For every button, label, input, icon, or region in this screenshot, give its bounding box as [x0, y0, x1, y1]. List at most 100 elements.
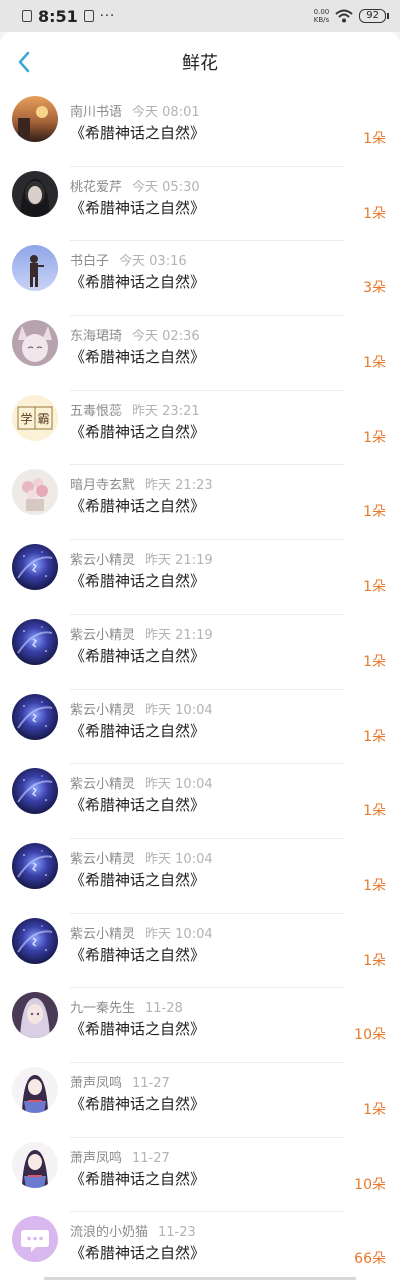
flower-count: 1朵	[363, 1101, 386, 1118]
list-item[interactable]: 学霸五毒恨蕊 昨天 23:21 《希腊神话之自然》 1朵	[0, 391, 400, 466]
flower-count: 10朵	[354, 1027, 386, 1044]
avatar[interactable]	[12, 618, 58, 665]
book-title[interactable]: 《希腊神话之自然》	[70, 421, 205, 442]
avatar[interactable]	[12, 842, 58, 889]
book-title[interactable]: 《希腊神话之自然》	[70, 122, 205, 143]
avatar[interactable]	[12, 544, 58, 591]
svg-text:霸: 霸	[37, 412, 49, 426]
sender-meta: 紫云小精灵 昨天 10:04	[70, 923, 213, 942]
book-title[interactable]: 《希腊神话之自然》	[70, 794, 205, 815]
back-arrow-icon	[18, 51, 30, 73]
book-title[interactable]: 《希腊神话之自然》	[70, 1018, 205, 1039]
sent-time: 昨天 10:04	[145, 702, 213, 718]
sender-name[interactable]: 暗月寺玄黓	[70, 478, 135, 493]
list-item[interactable]: 紫云小精灵 昨天 10:04 《希腊神话之自然》 1朵	[0, 914, 400, 989]
sender-meta: 东海珺琦 今天 02:36	[70, 325, 200, 344]
flower-count: 1朵	[363, 728, 386, 745]
avatar[interactable]	[12, 1066, 58, 1113]
book-title[interactable]: 《希腊神话之自然》	[70, 645, 205, 666]
flower-count: 1朵	[363, 579, 386, 596]
book-title[interactable]: 《希腊神话之自然》	[70, 1093, 205, 1114]
book-title[interactable]: 《希腊神话之自然》	[70, 720, 205, 741]
sender-meta: 书白子 今天 03:16	[70, 250, 187, 269]
avatar[interactable]	[12, 768, 58, 815]
sent-time: 昨天 21:19	[145, 553, 213, 569]
avatar[interactable]	[12, 469, 58, 516]
avatar[interactable]	[12, 170, 58, 217]
sender-meta: 紫云小精灵 昨天 10:04	[70, 773, 213, 792]
page-title: 鲜花	[182, 53, 218, 74]
sender-name[interactable]: 紫云小精灵	[70, 553, 135, 568]
book-title[interactable]: 《希腊神话之自然》	[70, 570, 205, 591]
back-button[interactable]	[10, 48, 38, 76]
avatar[interactable]	[12, 693, 58, 740]
avatar[interactable]	[12, 917, 58, 964]
sender-name[interactable]: 紫云小精灵	[70, 628, 135, 643]
sent-time: 昨天 23:21	[132, 403, 200, 419]
avatar[interactable]	[12, 320, 58, 367]
list-item[interactable]: 紫云小精灵 昨天 10:04 《希腊神话之自然》 1朵	[0, 764, 400, 839]
sender-name[interactable]: 萧声凤鸣	[70, 1076, 122, 1091]
list-item[interactable]: 书白子 今天 03:16 《希腊神话之自然》 3朵	[0, 241, 400, 316]
sender-name[interactable]: 东海珺琦	[70, 329, 122, 344]
avatar[interactable]	[12, 1141, 58, 1188]
no-sim-icon	[83, 10, 94, 22]
list-item[interactable]: 流浪的小奶猫 11-23 《希腊神话之自然》 66朵	[0, 1212, 400, 1280]
avatar[interactable]	[12, 992, 58, 1039]
sender-name[interactable]: 九一秦先生	[70, 1001, 135, 1016]
book-title[interactable]: 《希腊神话之自然》	[70, 1242, 205, 1263]
sender-name[interactable]: 南川书语	[70, 105, 122, 120]
list-item[interactable]: 东海珺琦 今天 02:36 《希腊神话之自然》 1朵	[0, 316, 400, 391]
sender-name[interactable]: 萧声凤鸣	[70, 1151, 122, 1166]
sender-name[interactable]: 书白子	[70, 254, 109, 269]
list-item[interactable]: 紫云小精灵 昨天 10:04 《希腊神话之自然》 1朵	[0, 839, 400, 914]
list-item[interactable]: 紫云小精灵 昨天 10:04 《希腊神话之自然》 1朵	[0, 690, 400, 765]
header: 鲜花	[0, 32, 400, 92]
sender-name[interactable]: 紫云小精灵	[70, 703, 135, 718]
list-item[interactable]: 桃花爱芹 今天 05:30 《希腊神话之自然》 1朵	[0, 167, 400, 242]
sent-time: 11-23	[158, 1225, 196, 1241]
flower-count: 3朵	[363, 280, 386, 297]
list-item[interactable]: 萧声凤鸣 11-27 《希腊神话之自然》 1朵	[0, 1063, 400, 1138]
flower-list: 南川书语 今天 08:01 《希腊神话之自然》 1朵 桃花爱芹 今天 05:30 《希腊神话…	[0, 92, 400, 1280]
flower-count: 1朵	[363, 504, 386, 521]
sender-name[interactable]: 桃花爱芹	[70, 180, 122, 195]
flower-count: 1朵	[363, 653, 386, 670]
avatar[interactable]	[12, 245, 58, 292]
book-title[interactable]: 《希腊神话之自然》	[70, 495, 205, 516]
sender-name[interactable]: 紫云小精灵	[70, 777, 135, 792]
sender-name[interactable]: 五毒恨蕊	[70, 404, 122, 419]
avatar[interactable]: 学霸	[12, 394, 58, 441]
sender-name[interactable]: 流浪的小奶猫	[70, 1225, 148, 1240]
book-title[interactable]: 《希腊神话之自然》	[70, 197, 205, 218]
sender-meta: 紫云小精灵 昨天 21:19	[70, 624, 213, 643]
flower-count: 1朵	[363, 877, 386, 894]
book-title[interactable]: 《希腊神话之自然》	[70, 944, 205, 965]
wifi-icon	[335, 9, 353, 23]
avatar[interactable]	[12, 1216, 58, 1263]
sent-time: 11-28	[145, 1001, 183, 1017]
sender-meta: 暗月寺玄黓 昨天 21:23	[70, 474, 213, 493]
sent-time: 今天 05:30	[132, 179, 200, 195]
book-title[interactable]: 《希腊神话之自然》	[70, 346, 205, 367]
flower-count: 1朵	[363, 131, 386, 147]
book-title[interactable]: 《希腊神话之自然》	[70, 869, 205, 890]
sender-name[interactable]: 紫云小精灵	[70, 927, 135, 942]
sender-meta: 五毒恨蕊 昨天 23:21	[70, 400, 200, 419]
list-item[interactable]: 紫云小精灵 昨天 21:19 《希腊神话之自然》 1朵	[0, 615, 400, 690]
sender-meta: 桃花爱芹 今天 05:30	[70, 176, 200, 195]
list-item[interactable]: 暗月寺玄黓 昨天 21:23 《希腊神话之自然》 1朵	[0, 465, 400, 540]
list-item[interactable]: 紫云小精灵 昨天 21:19 《希腊神话之自然》 1朵	[0, 540, 400, 615]
sender-name[interactable]: 紫云小精灵	[70, 852, 135, 867]
list-item[interactable]: 南川书语 今天 08:01 《希腊神话之自然》 1朵	[0, 92, 400, 167]
status-bar: 8:51 ··· 0.00 KB/s 92	[0, 0, 400, 32]
list-item[interactable]: 九一秦先生 11-28 《希腊神话之自然》 10朵	[0, 988, 400, 1063]
list-item[interactable]: 萧声凤鸣 11-27 《希腊神话之自然》 10朵	[0, 1138, 400, 1213]
sender-meta: 南川书语 今天 08:01	[70, 101, 200, 120]
sent-time: 昨天 10:04	[145, 851, 213, 867]
sent-time: 昨天 21:19	[145, 627, 213, 643]
flower-count: 1朵	[363, 429, 386, 446]
book-title[interactable]: 《希腊神话之自然》	[70, 1168, 205, 1189]
book-title[interactable]: 《希腊神话之自然》	[70, 271, 205, 292]
avatar[interactable]	[12, 96, 58, 142]
